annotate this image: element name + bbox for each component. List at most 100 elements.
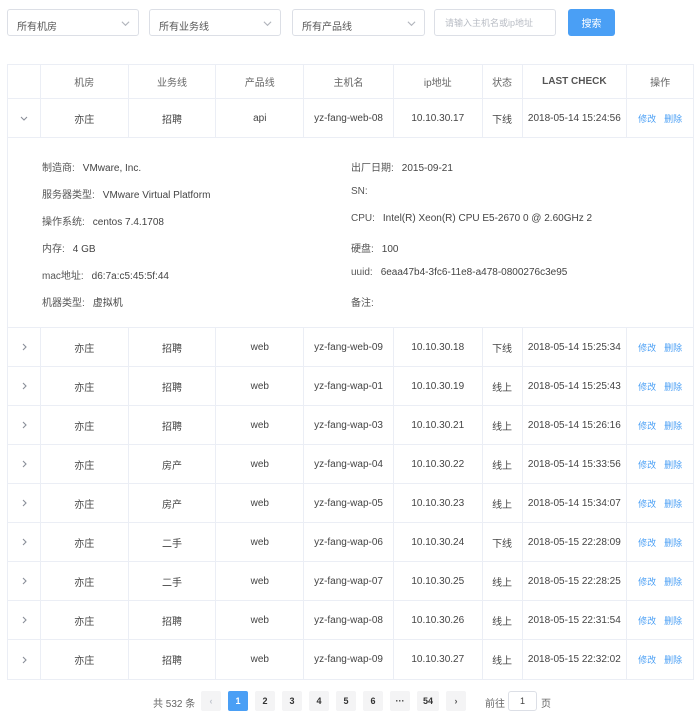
- row-actions: 修改 删除: [627, 328, 693, 366]
- detail-value: VMware Virtual Platform: [102, 190, 211, 201]
- header-expand-column: [8, 65, 41, 98]
- detail-value: d6:7a:c5:45:5f:44: [91, 271, 169, 282]
- page-button[interactable]: 5: [336, 691, 356, 711]
- prev-page-button[interactable]: ‹: [201, 691, 221, 711]
- cell-room: 亦庄: [41, 367, 129, 405]
- chevron-right-icon: [22, 577, 27, 585]
- expand-row-toggle[interactable]: [8, 640, 41, 679]
- detail-field: 操作系统: centos 7.4.1708: [42, 213, 164, 228]
- delete-link[interactable]: 删除: [664, 653, 682, 666]
- detail-value: 6eaa47b4-3fc6-11e8-a478-0800276c3e95: [380, 267, 568, 278]
- cell-ip: 10.10.30.17: [394, 99, 483, 137]
- row-actions: 修改 删除: [627, 484, 693, 522]
- more-pages-button[interactable]: ···: [390, 691, 410, 711]
- expand-row-toggle[interactable]: [8, 484, 41, 522]
- detail-key: 硬盘:: [351, 244, 374, 255]
- page-button[interactable]: 3: [282, 691, 302, 711]
- room-select[interactable]: 所有机房: [7, 9, 139, 36]
- cell-hostname: yz-fang-wap-01: [304, 367, 394, 405]
- delete-link[interactable]: 删除: [664, 458, 682, 471]
- delete-link[interactable]: 删除: [664, 112, 682, 125]
- chevron-right-icon: [22, 460, 27, 468]
- table-row[interactable]: 亦庄 房产 web yz-fang-wap-04 10.10.30.22 线上 2018-0…: [8, 445, 693, 484]
- cell-hostname: yz-fang-wap-07: [304, 562, 394, 600]
- header-ip: ip地址: [394, 65, 483, 98]
- delete-link[interactable]: 删除: [664, 575, 682, 588]
- table-row[interactable]: 亦庄 招聘 api yz-fang-web-08 10.10.30.17 下线 2018-0…: [8, 99, 693, 138]
- cell-business: 房产: [129, 484, 217, 522]
- edit-link[interactable]: 修改: [638, 497, 656, 510]
- edit-link[interactable]: 修改: [638, 419, 656, 432]
- header-hostname: 主机名: [304, 65, 394, 98]
- expand-row-toggle[interactable]: [8, 367, 41, 405]
- expand-row-toggle[interactable]: [8, 328, 41, 366]
- product-select[interactable]: 所有产品线: [292, 9, 425, 36]
- page-button[interactable]: 6: [363, 691, 383, 711]
- cell-product: web: [216, 640, 305, 679]
- detail-value: 100: [381, 244, 399, 255]
- header-last-check: LAST CHECK: [523, 65, 628, 98]
- page-button[interactable]: 54: [417, 691, 439, 711]
- edit-link[interactable]: 修改: [638, 653, 656, 666]
- row-actions: 修改 删除: [627, 562, 693, 600]
- delete-link[interactable]: 删除: [664, 380, 682, 393]
- expand-row-toggle[interactable]: [8, 523, 41, 561]
- table-row[interactable]: 亦庄 招聘 web yz-fang-wap-01 10.10.30.19 线上 2018-0…: [8, 367, 693, 406]
- edit-link[interactable]: 修改: [638, 458, 656, 471]
- cell-last-check: 2018-05-15 22:28:25: [523, 562, 628, 600]
- cell-status: 线上: [483, 601, 523, 639]
- table-row[interactable]: 亦庄 招聘 web yz-fang-wap-09 10.10.30.27 线上 2018-0…: [8, 640, 693, 679]
- chevron-right-icon: [22, 499, 27, 507]
- delete-link[interactable]: 删除: [664, 341, 682, 354]
- host-table: 机房 业务线 产品线 主机名 ip地址 状态 LAST CHECK 操作 亦庄招…: [7, 64, 694, 680]
- goto-page-input[interactable]: [508, 691, 537, 711]
- detail-key: 内存:: [42, 244, 65, 255]
- cell-last-check: 2018-05-14 15:25:43: [523, 367, 628, 405]
- table-row[interactable]: 亦庄 招聘 web yz-fang-wap-08 10.10.30.26 线上 2018-0…: [8, 601, 693, 640]
- page-button[interactable]: 1: [228, 691, 248, 711]
- table-row[interactable]: 亦庄 招聘 web yz-fang-wap-03 10.10.30.21 线上 2018-0…: [8, 406, 693, 445]
- edit-link[interactable]: 修改: [638, 380, 656, 393]
- table-row[interactable]: 亦庄 二手 web yz-fang-wap-06 10.10.30.24 下线 2018-0…: [8, 523, 693, 562]
- delete-link[interactable]: 删除: [664, 419, 682, 432]
- cell-last-check: 2018-05-15 22:28:09: [523, 523, 628, 561]
- expand-row-toggle[interactable]: [8, 562, 41, 600]
- chevron-down-icon: [263, 21, 272, 27]
- room-select-value: 所有机房: [17, 22, 57, 33]
- business-select[interactable]: 所有业务线: [149, 9, 281, 36]
- edit-link[interactable]: 修改: [638, 614, 656, 627]
- detail-key: mac地址:: [42, 271, 84, 282]
- cell-hostname: yz-fang-wap-03: [304, 406, 394, 444]
- table-row[interactable]: 亦庄 二手 web yz-fang-wap-07 10.10.30.25 线上 2018-0…: [8, 562, 693, 601]
- search-button[interactable]: 搜索: [568, 9, 615, 36]
- header-room: 机房: [41, 65, 129, 98]
- expand-row-toggle[interactable]: [8, 601, 41, 639]
- detail-field: 机器类型: 虚拟机: [42, 294, 123, 309]
- row-actions: 修改 删除: [627, 406, 693, 444]
- cell-product: web: [216, 562, 305, 600]
- expand-row-toggle[interactable]: [8, 406, 41, 444]
- delete-link[interactable]: 删除: [664, 614, 682, 627]
- edit-link[interactable]: 修改: [638, 112, 656, 125]
- delete-link[interactable]: 删除: [664, 536, 682, 549]
- collapse-row-toggle[interactable]: [8, 99, 41, 137]
- cell-business: 房产: [129, 445, 217, 483]
- detail-field: 备注:: [351, 294, 382, 309]
- edit-link[interactable]: 修改: [638, 575, 656, 588]
- next-page-button[interactable]: ›: [446, 691, 466, 711]
- table-row[interactable]: 亦庄 招聘 web yz-fang-web-09 10.10.30.18 下线 2018-0…: [8, 328, 693, 367]
- table-header: 机房 业务线 产品线 主机名 ip地址 状态 LAST CHECK 操作: [8, 65, 693, 99]
- page-button[interactable]: 4: [309, 691, 329, 711]
- row-detail-panel: 制造商: VMware, Inc. 服务器类型: VMware Virtual Pla…: [8, 138, 693, 328]
- detail-field: CPU: Intel(R) Xeon(R) CPU E5-2670 0 @ 2.6…: [351, 213, 592, 224]
- delete-link[interactable]: 删除: [664, 497, 682, 510]
- cell-business: 招聘: [129, 640, 217, 679]
- expand-row-toggle[interactable]: [8, 445, 41, 483]
- table-row[interactable]: 亦庄 房产 web yz-fang-wap-05 10.10.30.23 线上 2018-0…: [8, 484, 693, 523]
- edit-link[interactable]: 修改: [638, 341, 656, 354]
- page-button[interactable]: 2: [255, 691, 275, 711]
- cell-status: 下线: [483, 99, 523, 137]
- search-input[interactable]: [434, 9, 556, 36]
- edit-link[interactable]: 修改: [638, 536, 656, 549]
- row-actions: 修改 删除: [627, 445, 693, 483]
